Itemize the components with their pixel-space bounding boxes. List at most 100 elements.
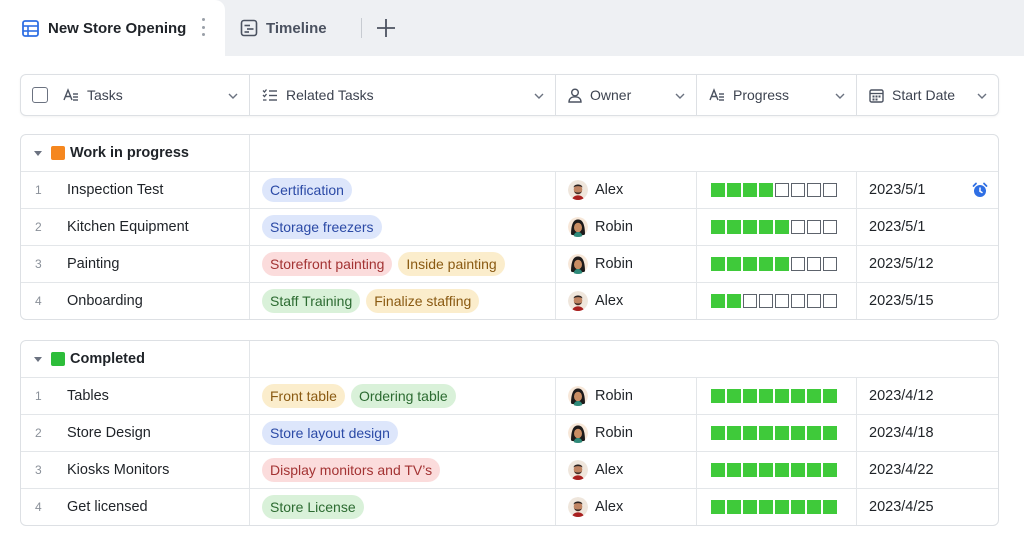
owner-cell[interactable]: Robin [556, 246, 697, 282]
alarm-clock-icon[interactable] [972, 182, 988, 203]
add-tab-button[interactable] [374, 16, 398, 40]
chevron-down-icon[interactable] [674, 89, 686, 105]
table-row[interactable]: 3 Kiosks Monitors Display monitors and TV’… [21, 452, 998, 489]
owner-cell[interactable]: Robin [556, 415, 697, 451]
related-tasks-cell[interactable]: Staff Training Finalize staffing [250, 283, 556, 319]
progress-bar [711, 220, 837, 234]
related-task-chip[interactable]: Inside painting [398, 252, 505, 276]
progress-bar [711, 389, 837, 403]
related-task-chips: Front table Ordering table [262, 384, 462, 408]
progress-block-filled [711, 426, 725, 440]
column-header-owner[interactable]: Owner [556, 75, 697, 115]
column-header-start-date[interactable]: Start Date [857, 75, 998, 115]
table-row[interactable]: 1 Inspection Test Certification Alex 2023/5/… [21, 172, 998, 209]
progress-cell[interactable] [697, 246, 857, 282]
progress-block-filled [775, 220, 789, 234]
related-task-chip[interactable]: Staff Training [262, 289, 361, 313]
progress-block-filled [759, 463, 773, 477]
table-row[interactable]: 4 Get licensed Store License Alex 2023/4/25 [21, 489, 998, 525]
progress-block-filled [711, 294, 725, 308]
table-row[interactable]: 3 Painting Storefront painting Inside paint… [21, 246, 998, 283]
task-cell[interactable]: 1 Tables [21, 378, 250, 414]
owner-cell[interactable]: Robin [556, 378, 697, 414]
task-cell[interactable]: 4 Get licensed [21, 489, 250, 525]
related-task-chip[interactable]: Storage freezers [262, 215, 382, 239]
chevron-down-icon[interactable] [533, 89, 545, 105]
related-tasks-cell[interactable]: Storefront painting Inside painting [250, 246, 556, 282]
related-tasks-cell[interactable]: Certification [250, 172, 556, 208]
chevron-down-icon[interactable] [227, 89, 239, 105]
progress-block-filled [743, 183, 757, 197]
owner-name: Alex [595, 462, 624, 478]
related-task-chip[interactable]: Ordering table [350, 384, 456, 408]
table-row[interactable]: 2 Kitchen Equipment Storage freezers Robin 2… [21, 209, 998, 246]
related-task-chip[interactable]: Finalize staffing [366, 289, 480, 313]
progress-block-empty [743, 294, 757, 308]
progress-block-filled [791, 426, 805, 440]
progress-block-empty [807, 294, 821, 308]
progress-cell[interactable] [697, 172, 857, 208]
start-date-cell[interactable]: 2023/5/12 [857, 246, 998, 282]
owner-cell[interactable]: Alex [556, 452, 697, 488]
progress-cell[interactable] [697, 489, 857, 525]
task-cell[interactable]: 2 Kitchen Equipment [21, 209, 250, 245]
tab-timeline[interactable]: Timeline [240, 0, 327, 56]
column-header-progress[interactable]: Progress [697, 75, 857, 115]
start-date-cell[interactable]: 2023/4/22 [857, 452, 998, 488]
chevron-down-icon[interactable] [834, 89, 846, 105]
start-date-cell[interactable]: 2023/5/1 [857, 209, 998, 245]
related-tasks-cell[interactable]: Store layout design [250, 415, 556, 451]
start-date: 2023/5/1 [869, 219, 926, 235]
column-header-tasks[interactable]: Tasks [21, 75, 250, 115]
start-date-cell[interactable]: 2023/4/12 [857, 378, 998, 414]
related-tasks-cell[interactable]: Display monitors and TV’s [250, 452, 556, 488]
more-options-icon[interactable] [200, 18, 206, 36]
related-task-chip[interactable]: Certification [262, 178, 352, 202]
owner-cell[interactable]: Alex [556, 489, 697, 525]
related-task-chip[interactable]: Storefront painting [262, 252, 393, 276]
related-tasks-cell[interactable]: Front table Ordering table [250, 378, 556, 414]
progress-cell[interactable] [697, 415, 857, 451]
select-all-checkbox[interactable] [32, 87, 48, 103]
related-task-chip[interactable]: Front table [262, 384, 345, 408]
tab-new-store-opening[interactable]: New Store Opening [0, 0, 225, 56]
task-cell[interactable]: 4 Onboarding [21, 283, 250, 319]
start-date-cell[interactable]: 2023/5/1 [857, 172, 998, 208]
task-cell[interactable]: 1 Inspection Test [21, 172, 250, 208]
progress-cell[interactable] [697, 378, 857, 414]
related-task-chip[interactable]: Store License [262, 495, 364, 519]
related-task-chip[interactable]: Display monitors and TV’s [262, 458, 441, 482]
related-task-chips: Certification [262, 178, 358, 202]
table-row[interactable]: 4 Onboarding Staff Training Finalize staffi… [21, 283, 998, 319]
progress-cell[interactable] [697, 283, 857, 319]
avatar [568, 254, 588, 274]
start-date-cell[interactable]: 2023/4/18 [857, 415, 998, 451]
column-header-related-tasks[interactable]: Related Tasks [250, 75, 556, 115]
start-date-cell[interactable]: 2023/5/15 [857, 283, 998, 319]
progress-block-filled [727, 257, 741, 271]
related-tasks-cell[interactable]: Store License [250, 489, 556, 525]
progress-block-filled [791, 463, 805, 477]
progress-block-filled [743, 389, 757, 403]
task-cell[interactable]: 3 Kiosks Monitors [21, 452, 250, 488]
row-number: 2 [35, 426, 42, 440]
collapse-triangle-icon[interactable] [34, 150, 42, 156]
progress-block-filled [759, 426, 773, 440]
start-date-cell[interactable]: 2023/4/25 [857, 489, 998, 525]
task-name: Kitchen Equipment [67, 219, 189, 235]
table-row[interactable]: 1 Tables Front table Ordering table Robin 202… [21, 378, 998, 415]
task-cell[interactable]: 3 Painting [21, 246, 250, 282]
row-number: 1 [35, 389, 42, 403]
table-row[interactable]: 2 Store Design Store layout design Robin 202… [21, 415, 998, 452]
owner-cell[interactable]: Robin [556, 209, 697, 245]
related-task-chip[interactable]: Store layout design [262, 421, 398, 445]
owner-cell[interactable]: Alex [556, 172, 697, 208]
task-cell[interactable]: 2 Store Design [21, 415, 250, 451]
collapse-triangle-icon[interactable] [34, 356, 42, 362]
related-tasks-cell[interactable]: Storage freezers [250, 209, 556, 245]
progress-cell[interactable] [697, 452, 857, 488]
progress-cell[interactable] [697, 209, 857, 245]
task-group: Completed 1 Tables Front table Ordering tabl… [20, 340, 999, 526]
owner-cell[interactable]: Alex [556, 283, 697, 319]
chevron-down-icon[interactable] [976, 89, 988, 105]
